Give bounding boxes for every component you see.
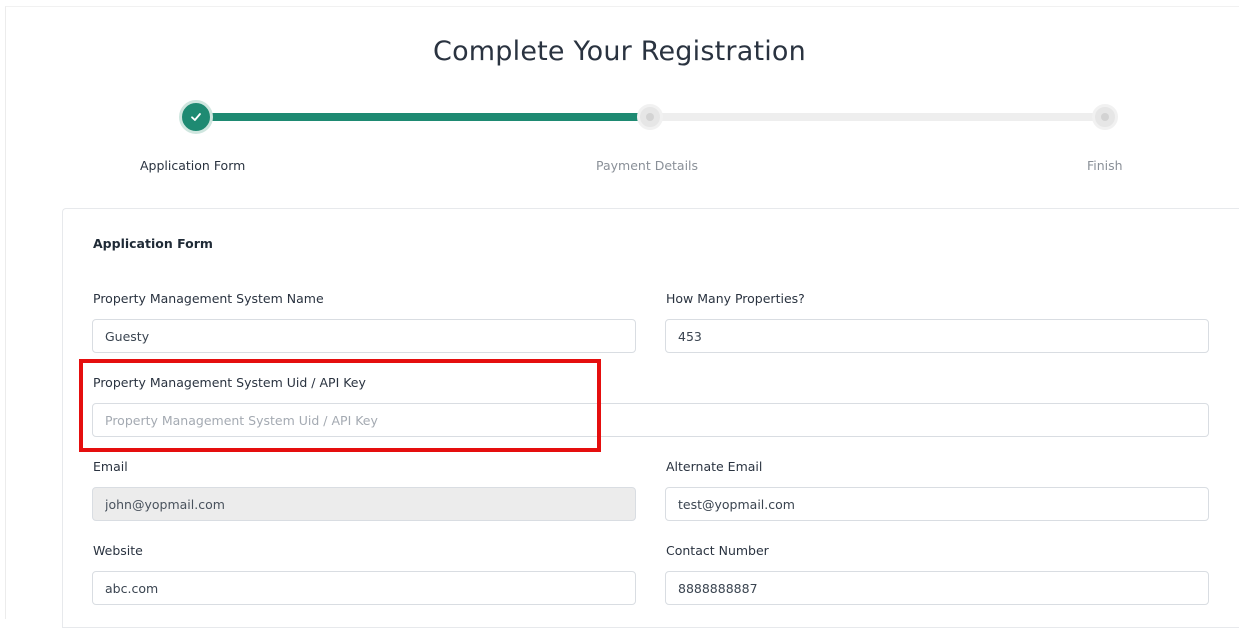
- step-2-indicator[interactable]: [637, 104, 663, 130]
- step-3-indicator[interactable]: [1092, 104, 1118, 130]
- stepper-track-completed: [202, 113, 648, 121]
- step-label-application-form: Application Form: [140, 158, 246, 173]
- step-1-indicator[interactable]: [179, 100, 213, 134]
- stepper-track-pending: [650, 113, 1105, 121]
- contact-number-input[interactable]: [665, 571, 1209, 605]
- website-label: Website: [93, 543, 143, 558]
- email-label: Email: [93, 459, 128, 474]
- website-input[interactable]: [92, 571, 636, 605]
- properties-count-label: How Many Properties?: [666, 291, 805, 306]
- contact-number-label: Contact Number: [666, 543, 769, 558]
- api-key-input[interactable]: [92, 403, 1209, 437]
- alternate-email-input[interactable]: [665, 487, 1209, 521]
- step-label-payment-details: Payment Details: [596, 158, 699, 173]
- email-input: [92, 487, 636, 521]
- page-title: Complete Your Registration: [433, 36, 806, 67]
- alternate-email-label: Alternate Email: [666, 459, 763, 474]
- check-icon: [191, 113, 201, 121]
- properties-count-input[interactable]: [665, 319, 1209, 353]
- form-section-title: Application Form: [93, 236, 213, 251]
- api-key-label: Property Management System Uid / API Key: [93, 375, 366, 390]
- step-label-finish: Finish: [1087, 158, 1123, 173]
- pms-name-input[interactable]: [92, 319, 636, 353]
- pms-name-label: Property Management System Name: [93, 291, 324, 306]
